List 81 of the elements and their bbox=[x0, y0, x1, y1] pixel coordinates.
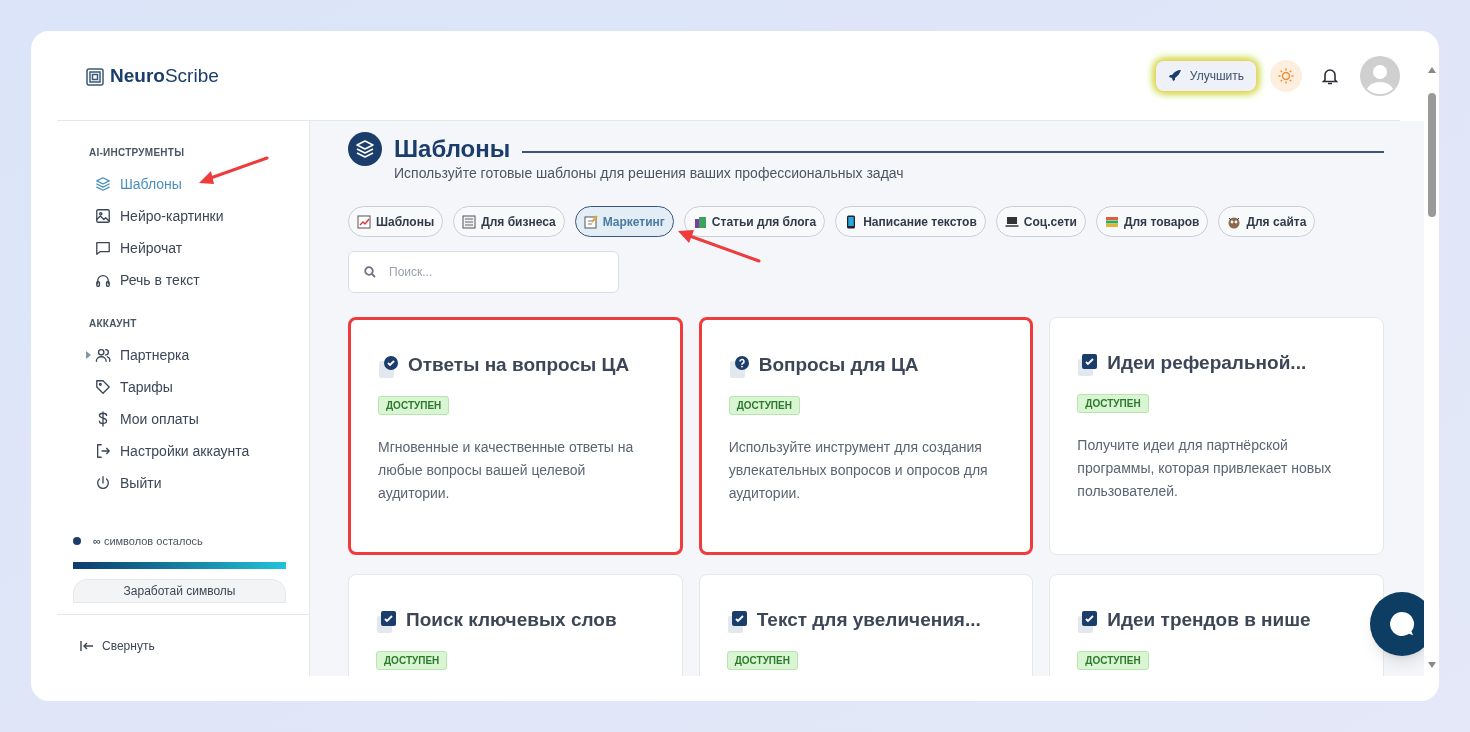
status-badge: ДОСТУПЕН bbox=[376, 650, 448, 670]
doc-icon bbox=[462, 214, 477, 229]
chat-icon bbox=[95, 240, 111, 256]
card-description: Мгновенные и качественные ответы на любые вопросы вашей целевой аудитории. bbox=[378, 437, 635, 503]
checkmark-icon bbox=[726, 610, 749, 635]
template-card[interactable]: Поиск ключевых слов ДОСТУПЕН bbox=[348, 574, 683, 676]
checkmark-icon bbox=[376, 610, 398, 635]
card-title: Ответы на вопросы ЦА bbox=[408, 353, 630, 377]
category-chip[interactable]: Написание текстов bbox=[835, 206, 986, 237]
expand-caret-icon[interactable] bbox=[86, 351, 91, 359]
card-title: Идеи реферальной... bbox=[1107, 351, 1307, 375]
page-subtitle: Используйте готовые шаблоны для решения ваших профессиональных задач bbox=[394, 164, 905, 183]
chart-icon bbox=[357, 214, 371, 229]
status-badge: ДОСТУПЕН bbox=[726, 650, 798, 670]
memo-icon bbox=[583, 214, 598, 229]
sidebar-item[interactable]: Мои оплаты bbox=[89, 403, 309, 435]
scroll-down-icon[interactable] bbox=[1427, 662, 1436, 668]
category-chip[interactable]: Маркетинг bbox=[574, 206, 674, 237]
question-icon bbox=[728, 355, 751, 380]
sidebar-item[interactable]: Настройки аккаунта bbox=[89, 435, 309, 467]
category-chip[interactable]: Для бизнеса bbox=[453, 206, 565, 237]
template-card[interactable]: Идеи трендов в нише ДОСТУПЕН bbox=[1049, 574, 1384, 676]
scroll-up-icon[interactable] bbox=[1427, 67, 1436, 73]
template-card[interactable]: Текст для увеличения... ДОСТУПЕН bbox=[698, 574, 1034, 676]
status-dot-icon bbox=[73, 537, 81, 546]
template-card[interactable]: Идеи реферальной... ДОСТУПЕН Получите идеи для партнёрской программы, которая привлекает новых пользователей. bbox=[1049, 317, 1384, 555]
laptop-icon bbox=[1004, 214, 1019, 229]
tag-icon bbox=[95, 379, 111, 395]
sidebar-item[interactable]: Нейро-картинки bbox=[89, 200, 309, 232]
card-description: Используйте инструмент для создания увлекательных вопросов и опросов для аудитории. bbox=[728, 437, 989, 503]
template-card[interactable]: Вопросы для ЦА ДОСТУПЕН Используйте инструмент для создания увлекательных вопросов и опросов для аудитории. bbox=[698, 317, 1034, 555]
scrollbar-thumb[interactable] bbox=[1427, 93, 1436, 217]
headphones-icon bbox=[95, 272, 111, 288]
category-chip[interactable]: Шаблоны bbox=[348, 206, 444, 237]
symbols-remaining: ∞ символов осталось bbox=[93, 534, 203, 549]
card-title: Текст для увеличения... bbox=[756, 608, 981, 632]
page-title: Шаблоны bbox=[394, 134, 511, 164]
checkmark-icon bbox=[378, 355, 400, 380]
section-label: AI-ИНСТРУМЕНТЫ bbox=[89, 146, 186, 160]
status-badge: ДОСТУПЕН bbox=[1077, 393, 1149, 413]
category-chip[interactable]: Для товаров bbox=[1095, 206, 1209, 237]
sun-icon bbox=[1277, 66, 1295, 85]
category-chip[interactable]: Для сайта bbox=[1218, 206, 1316, 237]
layers-icon bbox=[348, 132, 382, 166]
layers-icon bbox=[95, 176, 111, 192]
earn-symbols-button[interactable]: Заработай символы bbox=[73, 578, 286, 603]
search-icon bbox=[364, 266, 376, 278]
status-badge: ДОСТУПЕН bbox=[1077, 650, 1149, 670]
template-card[interactable]: Ответы на вопросы ЦА ДОСТУПЕН Мгновенные и качественные ответы на любые вопросы вашей целевой аудитории. bbox=[348, 317, 683, 555]
card-title: Вопросы для ЦА bbox=[758, 353, 919, 377]
sidebar-item[interactable]: Нейрочат bbox=[89, 232, 309, 264]
sidebar-item[interactable]: Шаблоны bbox=[89, 168, 309, 200]
users-icon bbox=[95, 347, 111, 363]
collapse-button[interactable]: Свернуть bbox=[80, 636, 155, 655]
bag-icon bbox=[692, 214, 707, 229]
checkmark-icon bbox=[1077, 610, 1100, 635]
category-chip[interactable]: Соц.сети bbox=[995, 206, 1086, 237]
power-icon bbox=[95, 475, 111, 491]
sidebar-item[interactable]: Выйти bbox=[89, 467, 309, 499]
card-title: Идеи трендов в нише bbox=[1107, 608, 1311, 632]
sidebar-item[interactable]: Партнерка bbox=[89, 339, 309, 371]
image-icon bbox=[95, 208, 111, 224]
category-chip[interactable]: Статьи для блога bbox=[683, 206, 826, 237]
card-description: Получите идеи для партнёрской программы, которая привлекает новых пользователей. bbox=[1077, 435, 1333, 501]
logo-icon bbox=[86, 67, 104, 86]
search-field[interactable]: Поиск... bbox=[348, 251, 619, 293]
sidebar-item[interactable]: Речь в текст bbox=[89, 264, 309, 296]
theme-toggle[interactable] bbox=[1270, 59, 1302, 92]
card-title: Поиск ключевых слов bbox=[406, 608, 617, 632]
books-icon bbox=[1104, 214, 1119, 229]
collapse-icon bbox=[80, 639, 94, 652]
checkmark-icon bbox=[1077, 353, 1100, 378]
status-badge: ДОСТУПЕН bbox=[378, 395, 450, 415]
logout-icon bbox=[95, 443, 111, 459]
sidebar-item[interactable]: Тарифы bbox=[89, 371, 309, 403]
rocket-icon bbox=[1167, 68, 1182, 83]
status-badge: ДОСТУПЕН bbox=[728, 395, 800, 415]
chat-bubble-icon bbox=[1389, 611, 1415, 637]
logo-text[interactable]: NeuroScribe bbox=[110, 62, 219, 91]
section-label: АККАУНТ bbox=[89, 317, 138, 331]
upgrade-button[interactable]: Улучшить bbox=[1155, 60, 1256, 91]
